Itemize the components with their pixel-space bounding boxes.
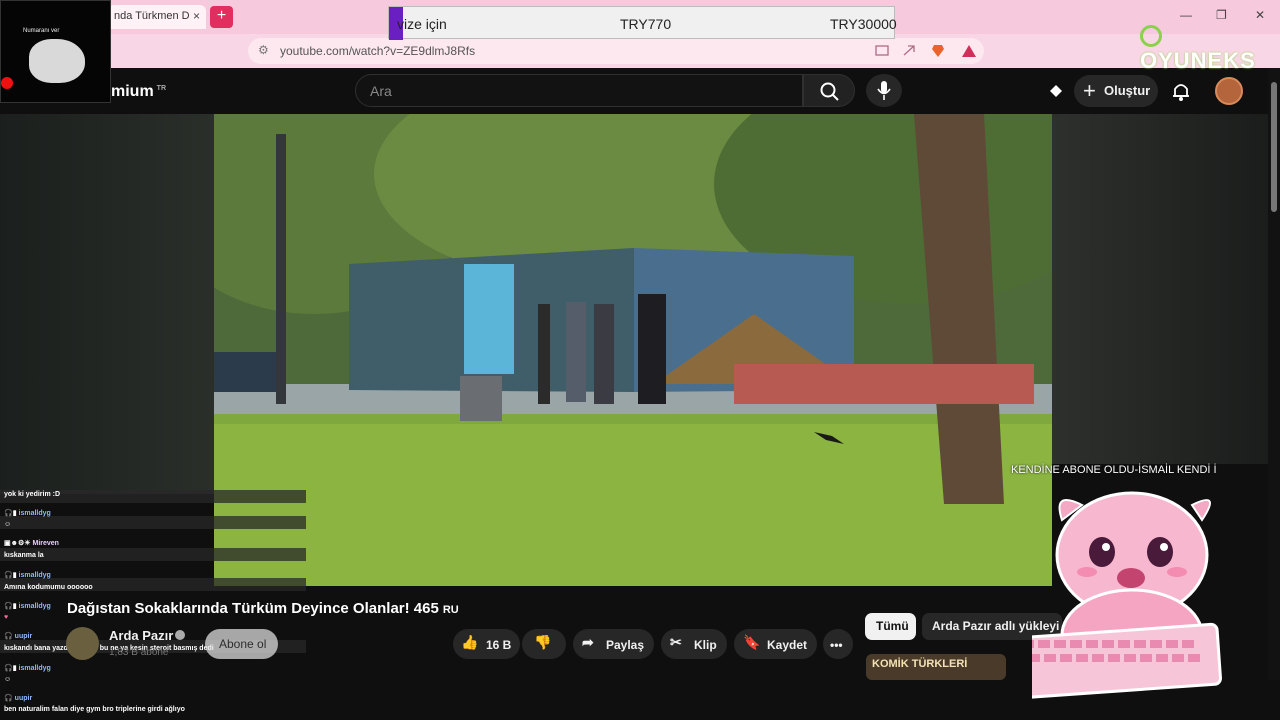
maximize-icon[interactable]: ❐ [1216,8,1227,22]
brave-shield-icon [932,45,944,57]
region-code: TR [156,84,167,92]
more-icon: ••• [830,638,843,652]
video-title: Dağıstan Sokaklarında Türküm Deyince Ola… [67,600,459,617]
search-input[interactable]: Ara [355,74,803,107]
webcam-label: Numaranı ver [23,28,60,34]
chat-emote: ☺ [4,521,12,528]
scissors-icon: ✂ [670,634,682,650]
video-frame [214,114,1052,586]
more-actions-button[interactable]: ••• [823,629,853,659]
related-video-thumbnail[interactable]: KOMİK TÜRKLERİ [866,654,1006,680]
chat-row-bg [0,548,306,561]
site-info-icon[interactable]: ⚙ [258,43,269,57]
video-player[interactable] [214,114,1052,586]
mic-icon [877,81,891,100]
price-low: TRY770 [620,16,672,32]
record-indicator-icon [1,77,13,89]
chat-message: Amına kodumumu oooooo [4,584,93,591]
save-button[interactable]: 🔖 Kaydet [734,629,817,659]
share-page-icon [903,45,915,56]
like-icon: 👍 [461,634,479,650]
subscriber-count: 1,83 B abone [109,647,169,658]
chat-message: 🎧▮ ismalldyg [4,572,51,579]
chat-message: ben naturalim falan diye gym bro tripler… [4,706,185,713]
channel-name[interactable]: Arda Pazır [109,628,173,643]
create-icon[interactable] [1046,81,1066,101]
follow-alert: KENDİNE ABONE OLDU-İSMAİL KENDİ İ [1011,464,1217,476]
scrollbar-thumb[interactable] [1271,82,1277,212]
chat-message: 🎧 uupir [4,695,33,702]
chat-message: yok ki yedirim :D [4,491,61,498]
price-high: TRY30000 [830,16,897,32]
chat-message: 🎧 uupir [4,633,33,640]
chat-row-bg [0,516,306,529]
address-bar-icons [875,45,976,57]
clip-button[interactable]: ✂ Klip [661,629,727,659]
browser-tab[interactable]: nda Türkmen D × [108,5,206,29]
search-button[interactable] [803,74,855,107]
webcam-overlay: Numaranı ver [0,0,111,103]
page-scrollbar[interactable] [1268,68,1280,680]
sponsor-logo: OYUNEKS [1140,22,1280,74]
plus-icon: + [1083,78,1096,103]
channel-avatar[interactable] [66,627,99,660]
mascot-overlay [1032,491,1222,700]
price-overlay: vize için TRY770 TRY30000 [388,6,897,40]
language-badge: RU [442,604,459,616]
dislike-icon: 👎 [534,634,552,650]
webcam-dog-image [29,39,85,83]
share-button[interactable]: ➦ Paylaş [573,629,654,659]
chat-emote: ♥ [4,614,9,621]
share-icon: ➦ [582,634,594,650]
video-ambient-left [0,114,214,494]
verified-icon [175,630,185,640]
filter-chip-all[interactable]: Tümü [865,613,916,640]
tab-title: nda Türkmen D [114,10,190,22]
sponsor-mark-icon [1140,25,1162,48]
url-text: youtube.com/watch?v=ZE9dlmJ8Rfs [280,44,476,58]
minimize-icon[interactable]: — [1180,8,1192,22]
bookmark-icon: 🔖 [743,634,761,650]
dislike-button[interactable]: 👎 [522,629,566,659]
tab-close-icon[interactable]: × [193,9,200,23]
subscribe-button[interactable]: Abone ol [205,629,278,659]
chat-emote: ☺ [4,676,12,683]
avatar[interactable] [1215,77,1243,105]
close-window-icon[interactable]: ✕ [1255,8,1265,22]
chat-message: 🎧▮ ismalldyg [4,665,51,672]
chat-message: kıskanma la [4,552,44,559]
youtube-logo[interactable]: mium TR [111,83,166,101]
voice-search-button[interactable] [866,74,902,107]
search-icon [820,82,839,101]
like-button[interactable]: 👍 16 B [453,629,520,659]
brave-rewards-icon [962,45,976,57]
chat-message: ▣☻⚙☀ Mireven [4,540,59,547]
chat-message: 🎧▮ ismalldyg [4,510,51,517]
chat-message: 🎧▮ ismalldyg [4,603,51,610]
install-app-icon [875,45,889,56]
bell-icon[interactable] [1171,80,1191,102]
video-ambient-right [1052,114,1268,464]
create-button[interactable]: + Oluştur [1074,75,1158,107]
search-placeholder: Ara [370,83,392,99]
price-label: vize için [397,16,447,32]
new-tab-button[interactable]: + [210,6,233,28]
